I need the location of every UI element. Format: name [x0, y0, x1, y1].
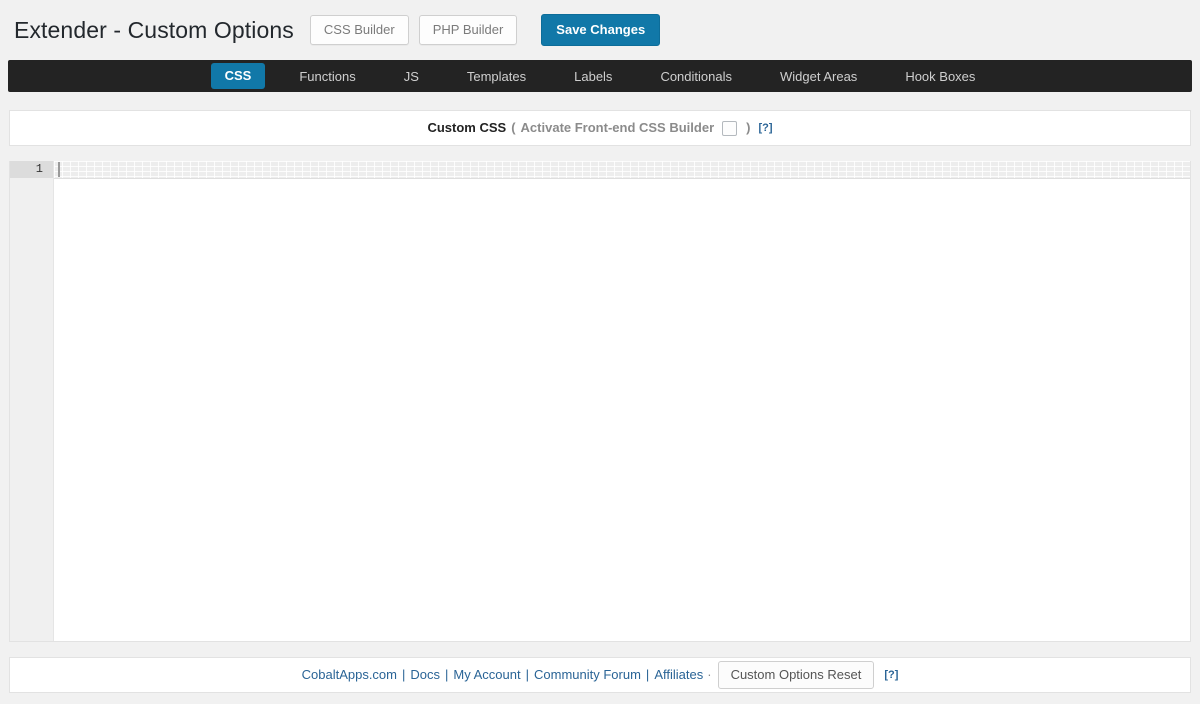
section-paren-close: ) — [746, 120, 751, 135]
css-builder-button[interactable]: CSS Builder — [309, 15, 409, 45]
php-builder-button[interactable]: PHP Builder — [418, 15, 518, 45]
section-title-label: Custom CSS — [427, 120, 507, 135]
tab-conditionals[interactable]: Conditionals — [636, 70, 756, 83]
footer-link-docs[interactable]: Docs — [410, 668, 440, 682]
section-paren-open: ( — [511, 120, 516, 135]
section-help-icon[interactable]: [?] — [758, 122, 772, 134]
css-code-editor[interactable]: 1 — [9, 161, 1191, 642]
tab-hook-boxes[interactable]: Hook Boxes — [881, 70, 999, 83]
nav-items: CSS Functions JS Templates Labels Condit… — [201, 63, 1000, 89]
tab-labels[interactable]: Labels — [550, 70, 636, 83]
editor-text-cursor — [58, 162, 60, 177]
editor-gutter: 1 — [10, 161, 54, 641]
frontend-builder-toggle-label: Activate Front-end CSS Builder — [520, 120, 715, 135]
tab-functions[interactable]: Functions — [275, 70, 379, 83]
footer-separator: | — [402, 667, 406, 682]
footer-inner: CobaltApps.com | Docs | My Account | Com… — [302, 661, 898, 689]
save-changes-button[interactable]: Save Changes — [541, 14, 661, 46]
footer-link-my-account[interactable]: My Account — [453, 668, 520, 682]
page-header: Extender - Custom Options CSS Builder PH… — [0, 0, 1200, 60]
footer-panel: CobaltApps.com | Docs | My Account | Com… — [9, 657, 1191, 693]
main-navigation-bar: CSS Functions JS Templates Labels Condit… — [8, 60, 1192, 92]
section-title-panel: Custom CSS ( Activate Front-end CSS Buil… — [9, 110, 1191, 146]
tab-widget-areas[interactable]: Widget Areas — [756, 70, 881, 83]
footer-link-affiliates[interactable]: Affiliates — [654, 668, 703, 682]
footer-separator: | — [645, 667, 650, 682]
footer-link-cobaltapps[interactable]: CobaltApps.com — [302, 668, 397, 682]
editor-active-line-highlight — [54, 161, 1190, 179]
page-title: Extender - Custom Options — [14, 17, 294, 43]
custom-options-reset-button[interactable]: Custom Options Reset — [717, 661, 875, 689]
tab-templates[interactable]: Templates — [443, 70, 550, 83]
footer-separator: | — [525, 667, 529, 682]
gutter-line-number: 1 — [10, 161, 53, 178]
frontend-builder-checkbox[interactable] — [722, 120, 738, 136]
footer-help-icon[interactable]: [?] — [884, 669, 898, 681]
footer-separator: | — [445, 667, 449, 682]
tab-js[interactable]: JS — [380, 70, 443, 83]
footer-link-community-forum[interactable]: Community Forum — [534, 668, 641, 682]
tab-css[interactable]: CSS — [210, 63, 266, 89]
footer-trailing-dot: · — [707, 667, 712, 682]
section-title-inner: Custom CSS ( Activate Front-end CSS Buil… — [427, 120, 773, 136]
editor-code-area[interactable] — [54, 161, 1190, 641]
